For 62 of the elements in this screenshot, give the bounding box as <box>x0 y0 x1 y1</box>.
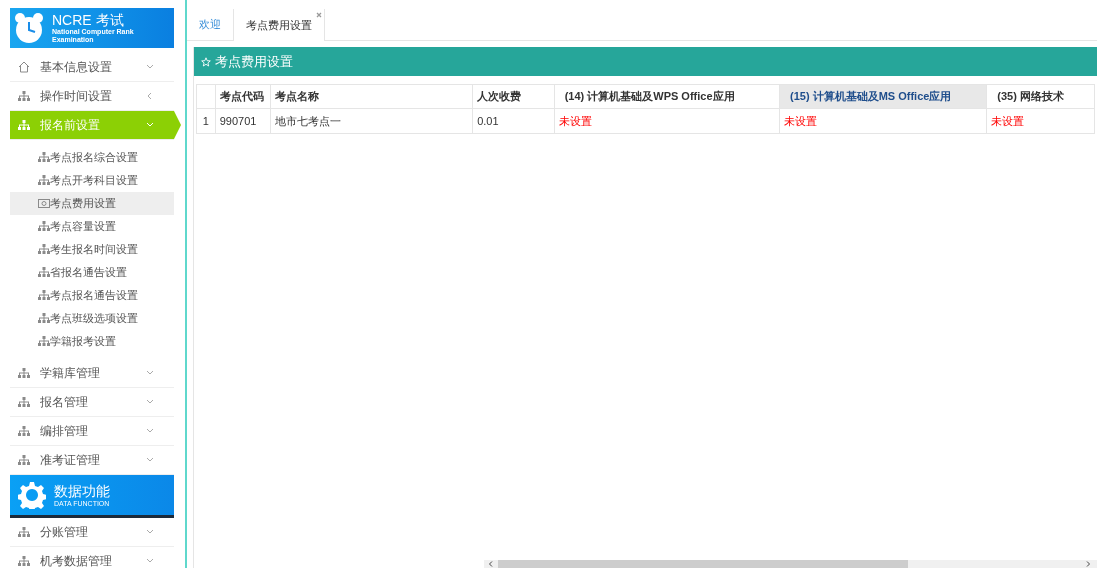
caret-icon <box>146 557 154 565</box>
sitemap-icon <box>38 244 50 255</box>
sitemap-icon <box>18 425 30 437</box>
submenu-item[interactable]: 考点费用设置 <box>10 192 174 215</box>
sitemap-icon <box>18 526 30 538</box>
sitemap-icon <box>18 367 30 379</box>
caret-icon <box>146 398 154 406</box>
table-cell: 1 <box>196 108 216 134</box>
home-icon <box>18 61 30 73</box>
submenu-item[interactable]: 考点班级选项设置 <box>10 307 174 330</box>
submenu-item[interactable]: 考点容量设置 <box>10 215 174 238</box>
column-header[interactable] <box>196 84 216 109</box>
submenu-item[interactable]: 考点报名通告设置 <box>10 284 174 307</box>
caret-icon <box>146 528 154 536</box>
caret-icon <box>146 63 154 71</box>
table-cell: 未设置 <box>779 108 987 134</box>
table-cell: 地市七考点一 <box>270 108 473 134</box>
column-header[interactable]: 考点名称 <box>270 84 473 109</box>
sitemap-icon <box>38 175 50 186</box>
logo-title: NCRE 考试 <box>52 12 125 27</box>
submenu-item[interactable]: 考点报名综合设置 <box>10 146 174 169</box>
alarm-clock-icon <box>14 12 44 44</box>
gear-icon <box>18 481 46 509</box>
sitemap-icon <box>38 290 50 301</box>
table-cell: 0.01 <box>472 108 555 134</box>
column-header[interactable]: (15) 计算机基础及MS Office应用 <box>779 84 987 109</box>
caret-icon <box>146 456 154 464</box>
table-cell: 990701 <box>215 108 270 134</box>
submenu-item[interactable]: 学籍报考设置 <box>10 330 174 353</box>
horizontal-scrollbar[interactable] <box>484 560 1097 568</box>
sitemap-icon <box>18 555 30 567</box>
column-header[interactable]: 人次收费 <box>472 84 555 109</box>
caret-icon <box>146 369 154 377</box>
sitemap-icon <box>18 90 30 102</box>
sitemap-icon <box>38 152 50 163</box>
money-icon <box>38 199 50 208</box>
scroll-left-icon[interactable] <box>488 561 494 567</box>
table-cell: 未设置 <box>554 108 780 134</box>
sitemap-icon <box>38 313 50 324</box>
sitemap-icon <box>38 336 50 347</box>
tab[interactable]: 欢迎 <box>187 8 233 40</box>
column-header[interactable]: (14) 计算机基础及WPS Office应用 <box>554 84 780 109</box>
submenu-item[interactable]: 省报名通告设置 <box>10 261 174 284</box>
scroll-right-icon[interactable] <box>1085 561 1091 567</box>
banner-title: 数据功能 <box>54 483 110 498</box>
caret-icon <box>146 92 154 100</box>
sitemap-icon <box>38 221 50 232</box>
table-cell: 未设置 <box>986 108 1095 134</box>
star-icon <box>201 56 211 67</box>
column-header[interactable]: 考点代码 <box>215 84 270 109</box>
sitemap-icon <box>18 119 30 131</box>
sitemap-icon <box>18 396 30 408</box>
caret-icon <box>146 427 154 435</box>
caret-icon <box>146 121 154 129</box>
tab[interactable]: 考点费用设置 <box>233 9 325 41</box>
sitemap-icon <box>18 454 30 466</box>
submenu-item[interactable]: 考生报名时间设置 <box>10 238 174 261</box>
sitemap-icon <box>38 267 50 278</box>
submenu-item[interactable]: 考点开考科目设置 <box>10 169 174 192</box>
panel-title: 考点费用设置 <box>215 52 293 71</box>
close-icon[interactable] <box>316 12 322 18</box>
column-header[interactable]: (35) 网络技术 <box>986 84 1095 109</box>
